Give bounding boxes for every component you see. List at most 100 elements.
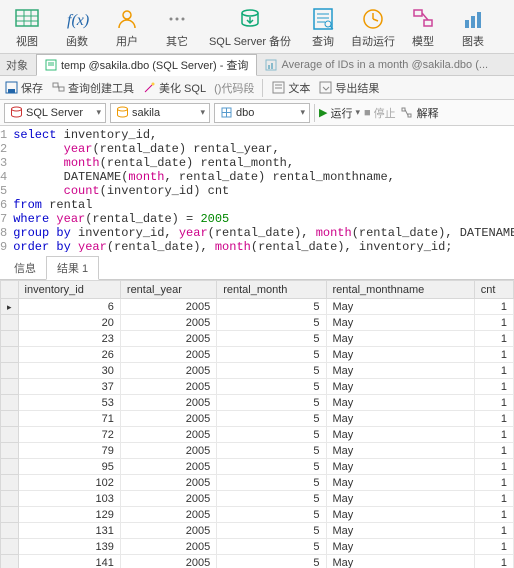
col-cnt[interactable]: cnt <box>474 281 513 299</box>
cell[interactable]: 2005 <box>120 491 216 507</box>
cell[interactable]: 2005 <box>120 539 216 555</box>
cell[interactable]: 103 <box>18 491 120 507</box>
export-button[interactable]: 导出结果 <box>318 80 379 96</box>
cell[interactable]: 5 <box>217 523 326 539</box>
cell[interactable]: 79 <box>18 443 120 459</box>
cell[interactable]: 53 <box>18 395 120 411</box>
cell[interactable]: 2005 <box>120 347 216 363</box>
table-row[interactable]: 2020055May1 <box>1 315 514 331</box>
col-rental_month[interactable]: rental_month <box>217 281 326 299</box>
stop-button[interactable]: ■停止 <box>364 105 396 121</box>
cell[interactable]: May <box>326 395 474 411</box>
table-row[interactable]: 7220055May1 <box>1 427 514 443</box>
run-button[interactable]: ▶运行▾ <box>319 105 360 121</box>
table-row[interactable]: 2620055May1 <box>1 347 514 363</box>
cell[interactable]: May <box>326 363 474 379</box>
table-row[interactable]: 13920055May1 <box>1 539 514 555</box>
cell[interactable]: 2005 <box>120 523 216 539</box>
cell[interactable]: May <box>326 459 474 475</box>
cell[interactable]: 5 <box>217 395 326 411</box>
active-file-tab[interactable]: temp @sakila.dbo (SQL Server) - 查询 <box>36 54 257 76</box>
db-dropdown[interactable]: sakila▾ <box>110 103 210 123</box>
cell[interactable]: 2005 <box>120 395 216 411</box>
cell[interactable]: May <box>326 491 474 507</box>
cell[interactable]: 2005 <box>120 363 216 379</box>
server-dropdown[interactable]: SQL Server▾ <box>4 103 106 123</box>
cell[interactable]: May <box>326 315 474 331</box>
cell[interactable]: 5 <box>217 315 326 331</box>
cell[interactable]: May <box>326 443 474 459</box>
cell[interactable]: 1 <box>474 507 513 523</box>
cell[interactable]: 1 <box>474 443 513 459</box>
cell[interactable]: 1 <box>474 331 513 347</box>
cell[interactable]: 2005 <box>120 443 216 459</box>
cell[interactable]: May <box>326 379 474 395</box>
cell[interactable]: 2005 <box>120 411 216 427</box>
cell[interactable]: May <box>326 475 474 491</box>
col-rental_monthname[interactable]: rental_monthname <box>326 281 474 299</box>
cell[interactable]: 72 <box>18 427 120 443</box>
ribbon-query[interactable]: 查询 <box>298 4 348 51</box>
cell[interactable]: May <box>326 523 474 539</box>
cell[interactable]: 20 <box>18 315 120 331</box>
cell[interactable]: 5 <box>217 411 326 427</box>
cell[interactable]: 1 <box>474 475 513 491</box>
text-button[interactable]: 文本 <box>271 80 310 96</box>
ribbon-chart[interactable]: 图表 <box>448 4 498 51</box>
table-row[interactable]: 14120055May1 <box>1 555 514 568</box>
cell[interactable]: 2005 <box>120 555 216 568</box>
inactive-file-tab[interactable]: Average of IDs in a month @sakila.dbo (.… <box>257 57 496 73</box>
cell[interactable]: 5 <box>217 443 326 459</box>
ribbon-auto[interactable]: 自动运行 <box>348 4 398 51</box>
cell[interactable]: 2005 <box>120 315 216 331</box>
cell[interactable]: 5 <box>217 475 326 491</box>
col-inventory_id[interactable]: inventory_id <box>18 281 120 299</box>
table-row[interactable]: 9520055May1 <box>1 459 514 475</box>
cell[interactable]: 1 <box>474 347 513 363</box>
table-row[interactable]: ▸620055May1 <box>1 299 514 315</box>
ribbon-fx[interactable]: f(x)函数 <box>52 4 102 51</box>
ribbon-backup[interactable]: SQL Server 备份 <box>202 4 298 51</box>
cell[interactable]: May <box>326 347 474 363</box>
cell[interactable]: 2005 <box>120 379 216 395</box>
cell[interactable]: 5 <box>217 299 326 315</box>
cell[interactable]: 5 <box>217 379 326 395</box>
query-builder-button[interactable]: 查询创建工具 <box>51 80 134 96</box>
cell[interactable]: 5 <box>217 347 326 363</box>
cell[interactable]: 37 <box>18 379 120 395</box>
cell[interactable]: 6 <box>18 299 120 315</box>
col-rental_year[interactable]: rental_year <box>120 281 216 299</box>
cell[interactable]: 2005 <box>120 459 216 475</box>
cell[interactable]: 131 <box>18 523 120 539</box>
grid-scroll[interactable]: inventory_idrental_yearrental_monthrenta… <box>0 280 514 568</box>
table-row[interactable]: 2320055May1 <box>1 331 514 347</box>
cell[interactable]: 5 <box>217 555 326 568</box>
ribbon-user[interactable]: 用户 <box>102 4 152 51</box>
cell[interactable]: 1 <box>474 523 513 539</box>
cell[interactable]: May <box>326 331 474 347</box>
cell[interactable]: 1 <box>474 315 513 331</box>
cell[interactable]: 5 <box>217 363 326 379</box>
cell[interactable]: May <box>326 555 474 568</box>
cell[interactable]: 1 <box>474 299 513 315</box>
cell[interactable]: 71 <box>18 411 120 427</box>
ribbon-view[interactable]: 视图 <box>2 4 52 51</box>
cell[interactable]: 1 <box>474 539 513 555</box>
table-row[interactable]: 5320055May1 <box>1 395 514 411</box>
cell[interactable]: 1 <box>474 427 513 443</box>
table-row[interactable]: 3720055May1 <box>1 379 514 395</box>
cell[interactable]: May <box>326 427 474 443</box>
cell[interactable]: May <box>326 411 474 427</box>
cell[interactable]: 5 <box>217 459 326 475</box>
cell[interactable]: 2005 <box>120 507 216 523</box>
sql-editor[interactable]: 123456789 select inventory_id, year(rent… <box>0 126 514 252</box>
cell[interactable]: 2005 <box>120 427 216 443</box>
schema-dropdown[interactable]: dbo▾ <box>214 103 310 123</box>
cell[interactable]: 1 <box>474 555 513 568</box>
cell[interactable]: May <box>326 539 474 555</box>
table-row[interactable]: 7120055May1 <box>1 411 514 427</box>
table-row[interactable]: 7920055May1 <box>1 443 514 459</box>
result-tab[interactable]: 结果 1 <box>46 256 99 280</box>
cell[interactable]: 129 <box>18 507 120 523</box>
cell[interactable]: 5 <box>217 331 326 347</box>
